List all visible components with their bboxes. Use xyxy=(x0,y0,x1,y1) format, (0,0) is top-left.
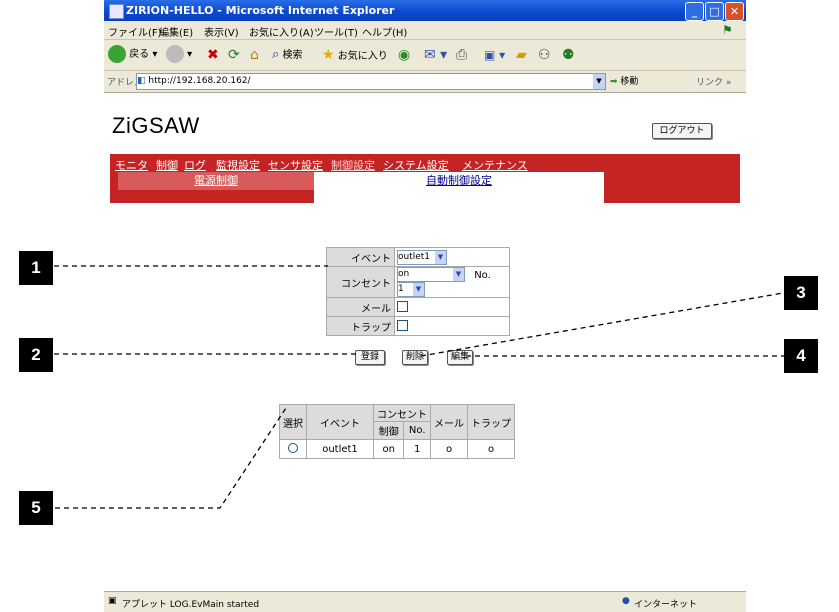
callout-lines xyxy=(54,265,784,509)
callout-line-3 xyxy=(420,292,784,357)
callout-line-5 xyxy=(55,407,287,509)
callout-3: 3 xyxy=(784,276,818,310)
callout-2: 2 xyxy=(19,338,53,372)
callout-5: 5 xyxy=(19,491,53,525)
callout-1: 1 xyxy=(19,251,53,285)
callout-4: 4 xyxy=(784,339,818,373)
